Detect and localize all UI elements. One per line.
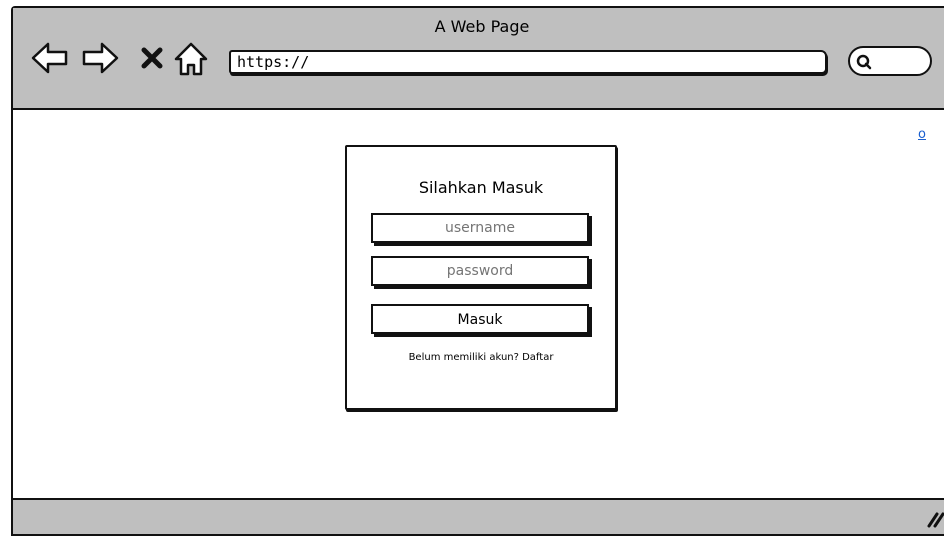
home-icon[interactable] [173,41,209,77]
browser-titlebar: A Web Page https:// [13,8,944,110]
browser-statusbar [13,498,944,534]
browser-search-button[interactable] [848,46,932,76]
browser-window: A Web Page https:// o Silahkan Masuk use… [11,6,944,536]
back-arrow-icon[interactable] [31,41,69,75]
close-x-icon[interactable] [140,46,164,70]
username-input[interactable] [371,213,589,243]
url-bar[interactable]: https:// [229,50,827,74]
password-input[interactable] [371,256,589,286]
search-icon [856,54,872,70]
forward-arrow-icon[interactable] [81,41,119,75]
signup-link[interactable]: Belum memiliki akun? Daftar [347,352,615,363]
login-title: Silahkan Masuk [418,178,544,197]
resize-grip-icon[interactable] [925,510,944,528]
corner-link[interactable]: o [918,127,926,142]
window-title: A Web Page [434,17,530,36]
login-button[interactable]: Masuk [371,304,589,334]
login-card: Silahkan Masuk Masuk Belum memiliki akun… [345,145,617,410]
